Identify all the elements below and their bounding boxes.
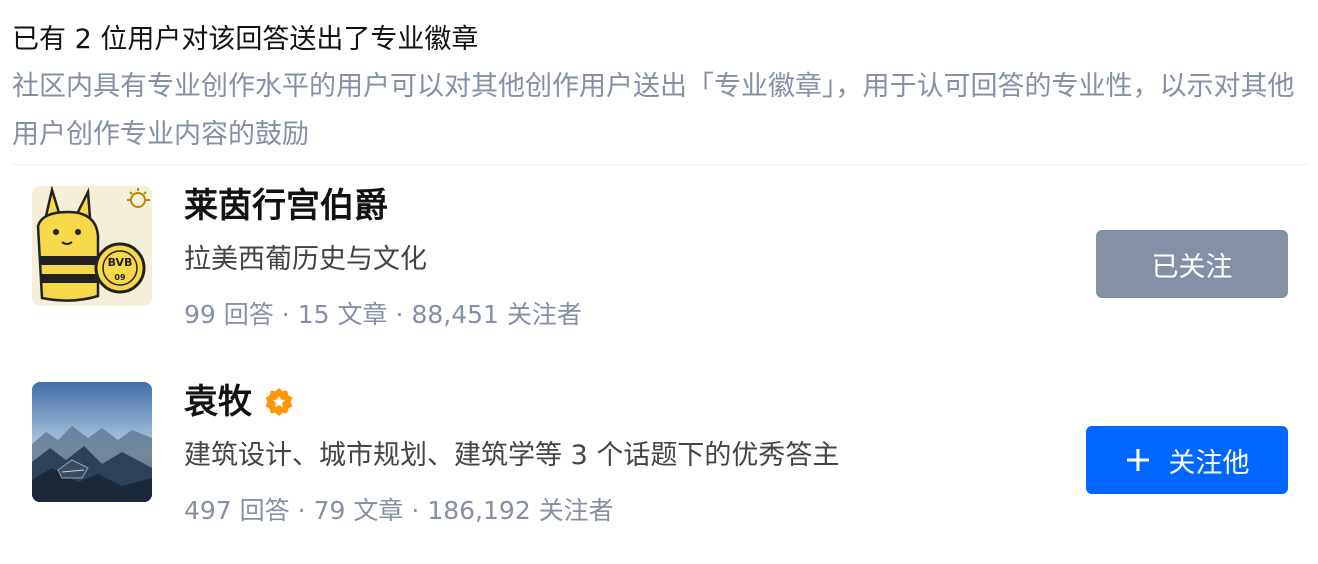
stats-separator: · <box>297 496 306 525</box>
user-stats: 99 回答 · 15 文章 · 88,451 关注者 <box>184 298 1064 332</box>
follow-button-label: 关注他 <box>1168 447 1250 479</box>
name-line: 袁牧 <box>184 380 1064 424</box>
articles-count[interactable]: 15 文章 <box>298 300 388 329</box>
followers-count[interactable]: 186,192 关注者 <box>427 496 613 525</box>
plus-icon <box>1125 447 1151 473</box>
svg-text:BVB: BVB <box>108 256 133 269</box>
follow-button[interactable]: 关注他 <box>1086 426 1288 494</box>
user-info: 袁牧 建筑设计、城市规划、建筑学等 3 个话题下的优秀答主 497 回答 · 79 … <box>184 380 1064 528</box>
stats-separator: · <box>395 300 404 329</box>
user-headline: 建筑设计、城市规划、建筑学等 3 个话题下的优秀答主 <box>184 440 840 471</box>
answers-count[interactable]: 99 回答 <box>184 300 274 329</box>
divider <box>12 164 1308 165</box>
followed-button[interactable]: 已关注 <box>1096 230 1288 298</box>
user-stats: 497 回答 · 79 文章 · 186,192 关注者 <box>184 494 1064 528</box>
excellent-answerer-badge-icon[interactable] <box>264 387 294 417</box>
articles-count[interactable]: 79 文章 <box>314 496 404 525</box>
bee-cartoon-avatar-icon: BVB 09 <box>32 186 152 306</box>
mountain-landscape-avatar-icon <box>32 382 152 502</box>
user-headline: 拉美西葡历史与文化 <box>184 244 427 275</box>
badge-header: 已有 2 位用户对该回答送出了专业徽章 社区内具有专业创作水平的用户可以对其他创… <box>12 20 1308 159</box>
user-card: BVB 09 莱茵行宫伯爵 拉美西葡历史与文化 99 回答 · 15 文章 · 88,4… <box>32 184 1288 329</box>
header-title: 已有 2 位用户对该回答送出了专业徽章 <box>12 24 479 55</box>
stats-separator: · <box>281 300 290 329</box>
user-name[interactable]: 莱茵行宫伯爵 <box>184 184 388 228</box>
user-card: 袁牧 建筑设计、城市规划、建筑学等 3 个话题下的优秀答主 497 回答 · 79 … <box>32 380 1288 525</box>
header-description: 社区内具有专业创作水平的用户可以对其他创作用户送出「专业徽章」，用于认可回答的专… <box>12 71 1295 150</box>
followed-button-label: 已关注 <box>1151 251 1233 283</box>
avatar[interactable] <box>32 382 152 502</box>
stats-separator: · <box>411 496 420 525</box>
followers-count[interactable]: 88,451 关注者 <box>411 300 581 329</box>
user-name[interactable]: 袁牧 <box>184 380 252 424</box>
avatar[interactable]: BVB 09 <box>32 186 152 306</box>
answers-count[interactable]: 497 回答 <box>184 496 290 525</box>
name-line: 莱茵行宫伯爵 <box>184 184 1064 228</box>
svg-text:09: 09 <box>114 273 126 282</box>
user-info: 莱茵行宫伯爵 拉美西葡历史与文化 99 回答 · 15 文章 · 88,451 关注者 <box>184 184 1064 332</box>
